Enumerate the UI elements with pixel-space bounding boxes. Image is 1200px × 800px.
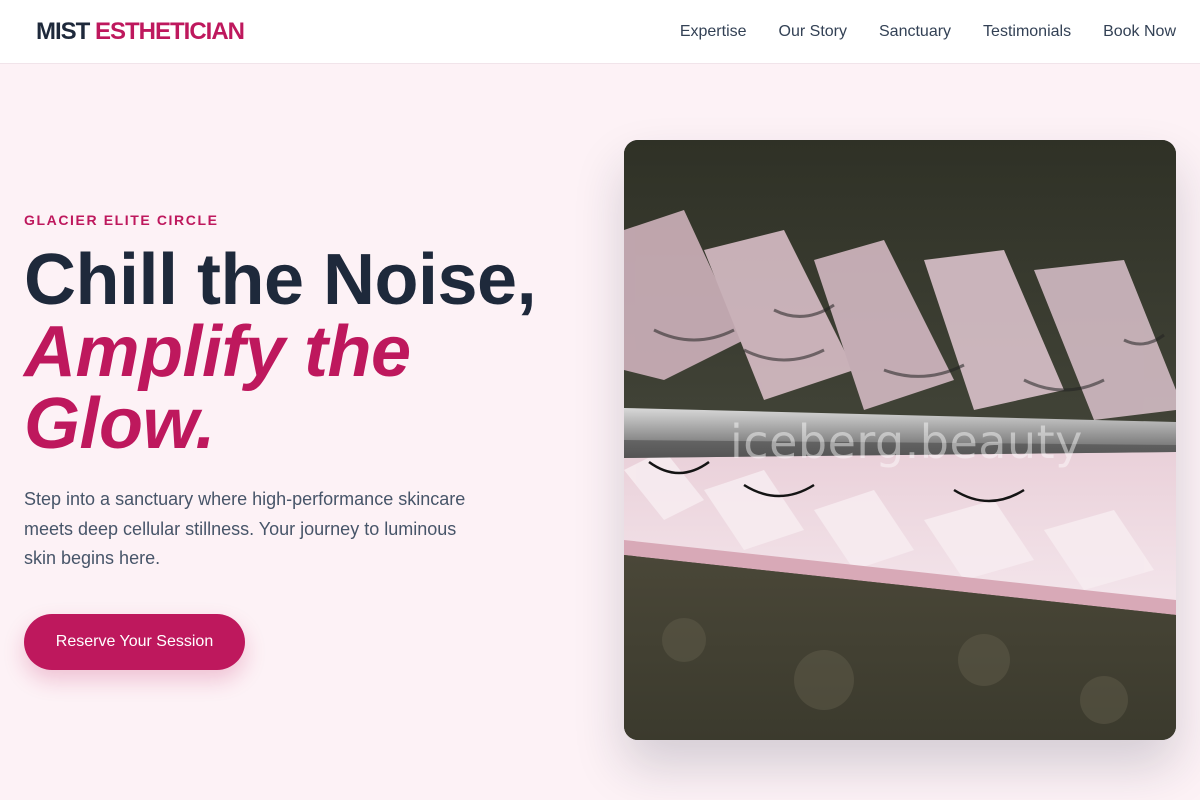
nav-link-our-story[interactable]: Our Story <box>779 23 847 41</box>
reserve-session-button[interactable]: Reserve Your Session <box>24 614 245 670</box>
headline-line-3: Glow. <box>24 384 215 464</box>
brand-logo[interactable]: MIST ESTHETICIAN <box>36 17 245 46</box>
nav-link-book-now[interactable]: Book Now <box>1103 23 1176 41</box>
site-header: MIST ESTHETICIAN Expertise Our Story San… <box>0 0 1200 64</box>
nav-link-expertise[interactable]: Expertise <box>680 23 747 41</box>
hero-headline: Chill the Noise, Amplify the Glow. <box>24 244 584 460</box>
main-nav: Expertise Our Story Sanctuary Testimonia… <box>680 23 1176 41</box>
headline-line-2: Amplify the <box>24 312 411 392</box>
hero-eyebrow: GLACIER ELITE CIRCLE <box>24 212 219 228</box>
brand-name-primary: MIST <box>36 17 90 45</box>
headline-line-1: Chill the Noise, <box>24 240 537 320</box>
hero-image: iceberg.beauty <box>624 140 1176 740</box>
hero-subtext: Step into a sanctuary where high-perform… <box>24 489 466 568</box>
nav-link-testimonials[interactable]: Testimonials <box>983 23 1071 41</box>
image-watermark: iceberg.beauty <box>730 415 1083 469</box>
brand-name-accent: ESTHETICIAN <box>95 17 245 45</box>
nav-link-sanctuary[interactable]: Sanctuary <box>879 23 951 41</box>
